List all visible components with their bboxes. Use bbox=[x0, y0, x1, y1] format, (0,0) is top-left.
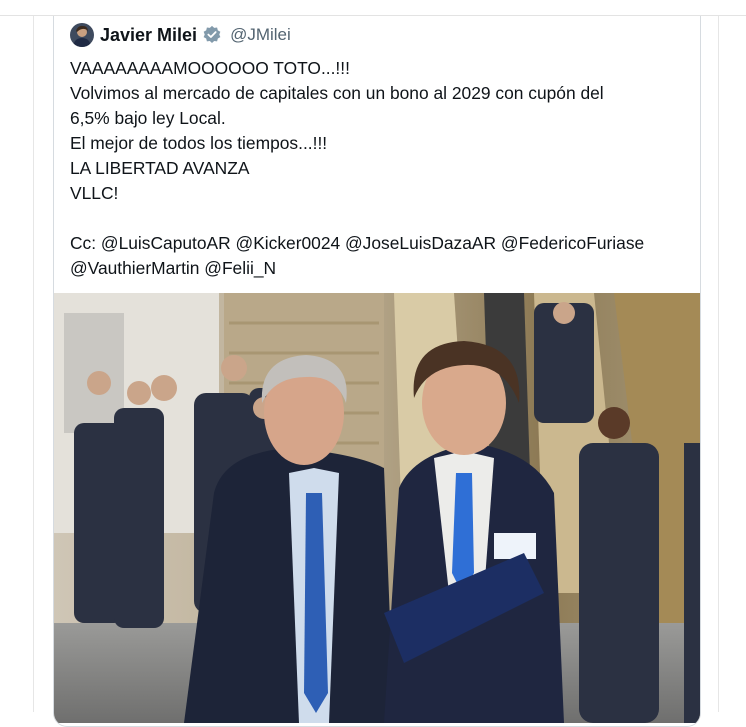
tweet-photo[interactable] bbox=[54, 293, 700, 723]
author-handle[interactable]: @JMilei bbox=[230, 25, 291, 45]
author-avatar[interactable] bbox=[70, 23, 94, 47]
verified-badge-icon bbox=[202, 25, 222, 45]
timeline-right-border bbox=[718, 16, 719, 712]
author-name[interactable]: Javier Milei bbox=[100, 25, 197, 46]
tweet-line: El mejor de todos los tiempos...!!! bbox=[70, 133, 328, 153]
tweet-line-mentions[interactable]: Cc: @LuisCaputoAR @Kicker0024 @JoseLuisD… bbox=[70, 231, 690, 256]
tweet-line: LA LIBERTAD AVANZA bbox=[70, 158, 250, 178]
timeline-left-border bbox=[33, 16, 34, 712]
tweet-line bbox=[70, 206, 690, 231]
tweet-line: 6,5% bajo ley Local. bbox=[70, 108, 226, 128]
tweet-header: Javier Milei @JMilei bbox=[70, 23, 291, 47]
tweet-line: VLLC! bbox=[70, 183, 119, 203]
quoted-tweet-card[interactable]: Javier Milei @JMilei VAAAAAAAAMOOOOOO TO… bbox=[53, 16, 701, 727]
tweet-line-mentions[interactable]: @VauthierMartin @Felii_N bbox=[70, 256, 690, 281]
tweet-line: Volvimos al mercado de capitales con un … bbox=[70, 83, 604, 103]
tweet-text: VAAAAAAAAMOOOOOO TOTO...!!! Volvimos al … bbox=[70, 56, 690, 281]
tweet-line: VAAAAAAAAMOOOOOO TOTO...!!! bbox=[70, 58, 350, 78]
